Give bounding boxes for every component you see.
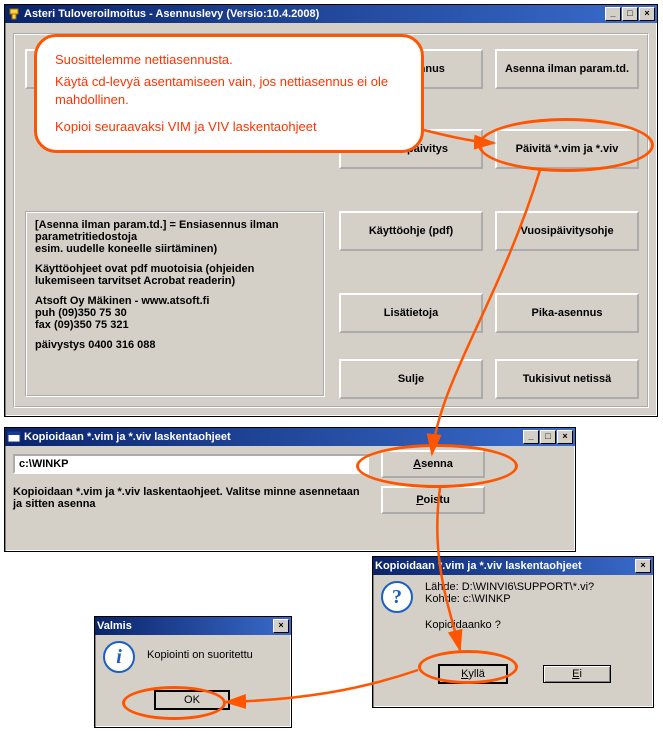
confirm-line: Kopioidaanko ? xyxy=(425,619,641,631)
maximize-button[interactable]: □ xyxy=(622,7,638,21)
app-icon xyxy=(7,7,21,21)
copy-title: Kopioidaan *.vim ja *.viv laskentaohjeet xyxy=(24,431,523,443)
poistu-accel: P xyxy=(416,494,423,506)
copy-titlebar: Kopioidaan *.vim ja *.viv laskentaohjeet… xyxy=(5,428,575,446)
asenna-accel: A xyxy=(413,458,421,470)
confirm-line: Lähde: D:\WINVI6\SUPPORT\*.vi? xyxy=(425,581,641,593)
info-line: päivystys 0400 316 088 xyxy=(35,339,156,351)
sulje-button[interactable]: Sulje xyxy=(339,359,483,399)
minimize-button[interactable]: _ xyxy=(605,7,621,21)
close-button[interactable]: × xyxy=(557,430,573,444)
done-titlebar: Valmis × xyxy=(95,617,291,635)
maximize-button[interactable]: □ xyxy=(540,430,556,444)
info-panel: [Asenna ilman param.td.] = Ensiasennus i… xyxy=(25,211,325,397)
info-line: Atsoft Oy Mäkinen - www.atsoft.fi xyxy=(35,295,209,307)
ok-button[interactable]: OK xyxy=(155,691,229,709)
ei-rest: i xyxy=(579,668,581,680)
ei-button[interactable]: Ei xyxy=(543,665,611,683)
window-icon xyxy=(7,430,21,444)
asenna-button[interactable]: Asenna xyxy=(381,450,485,478)
kayttoohje-button[interactable]: Käyttöohje (pdf) xyxy=(339,211,483,251)
vuosipaivitysohje-button[interactable]: Vuosipäivitysohje xyxy=(495,211,639,251)
confirm-line: Kohde: c:\WINKP xyxy=(425,593,641,605)
kylla-rest: yllä xyxy=(468,668,485,680)
callout-line: Kopioi seuraavaksi VIM ja VIV laskentaoh… xyxy=(55,118,403,136)
close-button[interactable]: × xyxy=(639,7,655,21)
kylla-button[interactable]: Kyllä xyxy=(439,665,507,683)
done-dialog: Valmis × i Kopiointi on suoritettu OK xyxy=(94,616,292,728)
path-input[interactable]: c:\WINKP xyxy=(13,454,369,474)
close-button[interactable]: × xyxy=(273,619,289,633)
paivita-vim-viv-button[interactable]: Päivitä *.vim ja *.viv xyxy=(495,129,639,169)
callout-line: Suosittelemme nettiasennusta. xyxy=(55,51,403,69)
copy-message: Kopioidaan *.vim ja *.viv laskentaohjeet… xyxy=(13,486,360,510)
asenna-ilman-button[interactable]: Asenna ilman param.td. xyxy=(495,49,639,89)
info-line: puh (09)350 75 30 xyxy=(35,307,127,319)
info-line: Käyttöohjeet ovat pdf muotoisia (ohjeide… xyxy=(35,263,254,287)
pika-asennus-button[interactable]: Pika-asennus xyxy=(495,293,639,333)
done-message: Kopiointi on suoritettu xyxy=(147,649,253,661)
confirm-titlebar: Kopioidaan *.vim ja *.viv laskentaohjeet… xyxy=(373,557,653,575)
done-title: Valmis xyxy=(97,620,273,632)
poistu-button[interactable]: Poistu xyxy=(381,486,485,514)
poistu-rest: oistu xyxy=(424,494,450,506)
main-titlebar: Asteri Tuloveroilmoitus - Asennuslevy (V… xyxy=(5,5,657,23)
question-icon: ? xyxy=(381,581,413,613)
callout-line: Käytä cd-levyä asentamiseen vain, jos ne… xyxy=(55,73,403,109)
confirm-title: Kopioidaan *.vim ja *.viv laskentaohjeet xyxy=(375,560,635,572)
lisatietoja-button[interactable]: Lisätietoja xyxy=(339,293,483,333)
close-button[interactable]: × xyxy=(635,559,651,573)
info-line: esim. uudelle koneelle siirtäminen) xyxy=(35,243,217,255)
info-line: fax (09)350 75 321 xyxy=(35,319,129,331)
annotation-callout: Suosittelemme nettiasennusta. Käytä cd-l… xyxy=(34,34,424,153)
minimize-button[interactable]: _ xyxy=(523,430,539,444)
asenna-rest: senna xyxy=(421,458,453,470)
main-title: Asteri Tuloveroilmoitus - Asennuslevy (V… xyxy=(24,8,605,20)
tukisivut-button[interactable]: Tukisivut netissä xyxy=(495,359,639,399)
info-line: [Asenna ilman param.td.] = Ensiasennus i… xyxy=(35,219,279,243)
copy-window: Kopioidaan *.vim ja *.viv laskentaohjeet… xyxy=(4,427,576,552)
confirm-dialog: Kopioidaan *.vim ja *.viv laskentaohjeet… xyxy=(372,556,654,708)
info-icon: i xyxy=(103,641,135,673)
